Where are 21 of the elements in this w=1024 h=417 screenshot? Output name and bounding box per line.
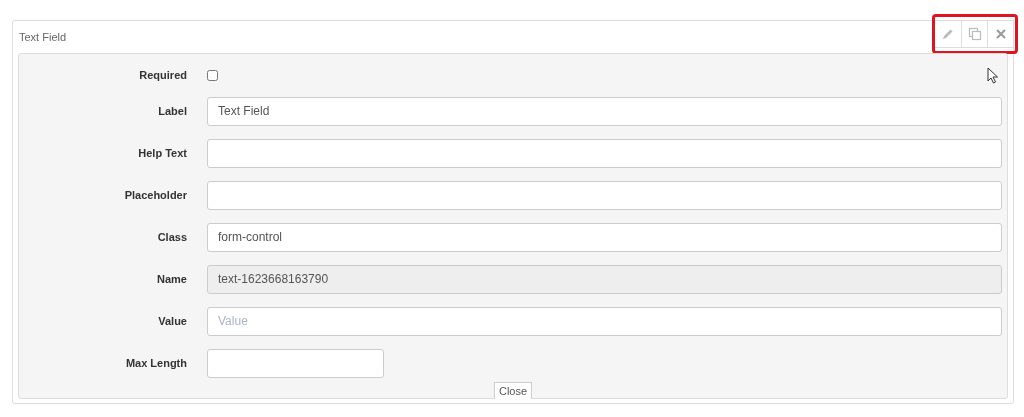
card-title: Text Field: [19, 29, 67, 45]
required-checkbox[interactable]: [207, 69, 218, 81]
input-field[interactable]: [207, 180, 1002, 210]
field-label: Value: [157, 313, 187, 329]
field-label: Max Length: [124, 355, 187, 371]
copy-icon: [967, 27, 982, 41]
cursor-icon: [987, 67, 999, 84]
field-label: Label: [157, 103, 187, 119]
input-field[interactable]: form-control: [207, 222, 1002, 252]
close-button[interactable]: Close: [493, 381, 533, 399]
pencil-icon: [941, 27, 955, 41]
field-label: Placeholder: [123, 187, 187, 203]
field-label: Name: [156, 271, 187, 287]
field-label: Required: [138, 68, 187, 83]
input-field[interactable]: [207, 138, 1002, 168]
field-label: Help Text: [137, 145, 187, 161]
input-field[interactable]: [207, 348, 384, 378]
close-icon: [993, 27, 1008, 41]
field-label: Class: [156, 229, 187, 245]
input-field[interactable]: Value: [207, 306, 1002, 336]
input-field[interactable]: Text Field: [207, 96, 1002, 126]
